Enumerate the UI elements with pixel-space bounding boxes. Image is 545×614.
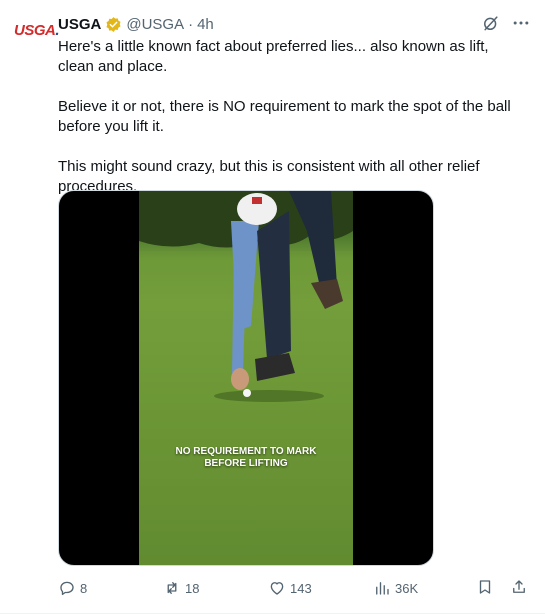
header-separator: · [188,15,194,33]
repost-icon [167,582,177,594]
author-name[interactable]: USGA [58,16,101,33]
secondary-actions [476,578,528,596]
video-player[interactable]: NO REQUIREMENT TO MARK BEFORE LIFTING [58,190,434,566]
views-count: 36K [395,580,419,596]
author-handle[interactable]: @USGA [126,16,184,33]
golf-scene-illustration [139,191,353,565]
video-caption: NO REQUIREMENT TO MARK BEFORE LIFTING [139,446,353,470]
repost-count: 18 [185,580,200,596]
verified-badge-icon[interactable] [105,16,122,33]
reply-count: 8 [80,580,88,596]
tweet-paragraph-1: Here's a little known fact about preferr… [58,38,489,75]
views-chart-icon [376,582,389,595]
tweet-actions: 8 18 143 36K [58,578,528,598]
bookmark-icon[interactable] [476,578,494,596]
share-icon[interactable] [510,578,528,596]
grok-icon[interactable] [481,13,501,33]
avatar-logo-text: USGA [14,22,56,39]
video-frame: NO REQUIREMENT TO MARK BEFORE LIFTING [139,191,353,565]
tweet-timestamp[interactable]: 4h [197,16,214,33]
tweet-paragraph-2: Believe it or not, there is NO requireme… [58,98,511,135]
tweet-header: USGA @USGA · 4h [58,14,214,34]
top-actions [481,13,531,33]
video-caption-line-2: BEFORE LIFTING [204,458,288,469]
video-caption-line-1: NO REQUIREMENT TO MARK [175,446,317,457]
views-button[interactable]: 36K [373,578,418,598]
reply-icon [60,581,74,596]
like-count: 143 [290,580,312,596]
more-icon[interactable] [511,13,531,33]
repost-button[interactable]: 18 [163,578,199,598]
reply-button[interactable]: 8 [58,578,87,598]
avatar[interactable]: USGA. [14,22,59,44]
like-button[interactable]: 143 [268,578,312,598]
tweet-card[interactable]: USGA. USGA @USGA · 4h Here's a little kn… [0,0,545,614]
heart-icon [270,582,284,595]
